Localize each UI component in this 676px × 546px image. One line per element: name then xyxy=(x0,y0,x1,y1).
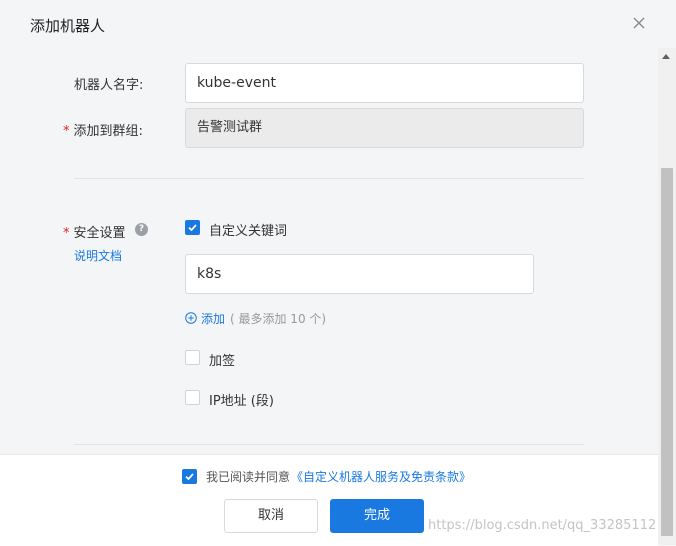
doc-link[interactable]: 说明文档 xyxy=(74,247,122,264)
agree-checkbox[interactable] xyxy=(182,469,197,484)
close-icon[interactable] xyxy=(630,14,648,32)
dialog-body: 机器人名字: *添加到群组: 告警测试群 *安全设置 ? 说明文档 自定义关键词… xyxy=(0,48,658,454)
plus-circle-icon[interactable] xyxy=(185,312,197,324)
dialog-title: 添加机器人 xyxy=(30,17,106,35)
keyword-input[interactable] xyxy=(185,254,534,294)
agree-text: 我已阅读并同意 xyxy=(206,470,291,484)
add-robot-dialog: 添加机器人 机器人名字: *添加到群组: 告警测试群 *安全设置 ? 说明文档 … xyxy=(0,0,676,546)
terms-link[interactable]: 《自定义机器人服务及免责条款》 xyxy=(291,468,471,485)
required-mark: * xyxy=(63,124,70,139)
add-limit-hint: ( 最多添加 10 个) xyxy=(230,312,327,326)
ip-checkbox[interactable] xyxy=(185,390,200,405)
dialog-header: 添加机器人 xyxy=(0,0,676,48)
group-label: 添加到群组: xyxy=(73,124,143,139)
security-label: 安全设置 xyxy=(73,226,126,241)
robot-name-input[interactable] xyxy=(185,63,584,103)
add-keyword-link[interactable]: 添加 xyxy=(201,310,225,327)
cancel-button[interactable]: 取消 xyxy=(224,499,318,533)
scroll-up-arrow-icon[interactable] xyxy=(662,54,670,59)
group-label-wrap: * 添加到群组: xyxy=(63,120,143,139)
custom-keyword-label: 自定义关键词 xyxy=(209,224,288,239)
required-mark: * xyxy=(63,226,70,241)
custom-keyword-checkbox[interactable] xyxy=(185,220,200,235)
check-icon xyxy=(188,224,197,232)
sign-checkbox[interactable] xyxy=(185,350,200,365)
ip-label: IP地址 (段) xyxy=(209,394,274,409)
security-label-wrap: * 安全设置 xyxy=(63,222,126,241)
section-divider xyxy=(74,178,584,179)
done-button[interactable]: 完成 xyxy=(330,499,424,533)
check-icon xyxy=(185,473,194,481)
group-field: 告警测试群 xyxy=(185,108,584,148)
scrollbar-thumb[interactable] xyxy=(661,168,673,536)
robot-name-label: 机器人名字: xyxy=(74,78,144,93)
watermark: https://blog.csdn.net/qq_33285112 xyxy=(428,518,657,533)
scrollbar[interactable] xyxy=(658,48,676,545)
help-icon[interactable]: ? xyxy=(135,223,148,236)
sign-label: 加签 xyxy=(209,354,236,369)
bottom-divider xyxy=(74,444,584,445)
